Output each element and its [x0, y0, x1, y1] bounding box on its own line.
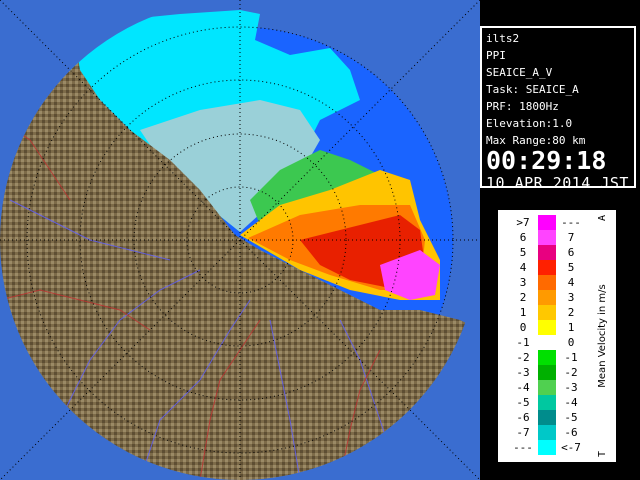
legend-row: >7 ---: [500, 215, 614, 230]
legend-color-swatch: [538, 305, 556, 320]
legend-row-lower: -7: [516, 426, 530, 439]
legend-color-swatch: [538, 320, 556, 335]
legend-row-upper: 5: [567, 261, 575, 274]
legend-color-swatch: [538, 380, 556, 395]
legend-color-swatch: [538, 230, 556, 245]
scan-info-panel: ilts2 PPI SEAICE_A_V Task: SEAICE_A PRF:…: [480, 26, 636, 192]
legend-color-swatch: [538, 275, 556, 290]
legend-row-upper: 0: [567, 336, 575, 349]
legend-row-upper: ---: [561, 216, 581, 229]
legend-row: 56: [500, 245, 614, 260]
legend-row-upper: 4: [567, 276, 575, 289]
legend-row-upper: -3: [564, 381, 578, 394]
legend-color-swatch: [538, 350, 556, 365]
legend-row-lower: -3: [516, 366, 530, 379]
legend-row-lower: 6: [519, 231, 527, 244]
scan-type: PPI: [486, 49, 506, 62]
legend-row: --- <-7: [500, 440, 614, 455]
legend-color-swatch: [538, 365, 556, 380]
legend-color-swatch: [538, 395, 556, 410]
elevation-value: Elevation:1.0: [486, 117, 573, 130]
scan-time: 00:29:18: [486, 146, 607, 175]
legend-row-lower: -1: [516, 336, 530, 349]
legend-color-swatch: [538, 290, 556, 305]
legend-row-lower: 3: [519, 276, 527, 289]
legend-color-swatch: [538, 245, 556, 260]
legend-row-upper: 3: [567, 291, 575, 304]
legend-row: 45: [500, 260, 614, 275]
legend-row-upper: <-7: [561, 441, 581, 454]
legend-row-lower: >7: [516, 216, 530, 229]
legend-row-upper: -2: [564, 366, 578, 379]
radar-ppi-display: [0, 0, 480, 480]
prf-value: PRF: 1800Hz: [486, 100, 559, 113]
legend-row-lower: ---: [513, 441, 533, 454]
legend-row: -1 0: [500, 335, 614, 350]
legend-row-upper: -4: [564, 396, 578, 409]
legend-row-lower: -5: [516, 396, 530, 409]
legend-row-upper: -5: [564, 411, 578, 424]
legend-row: 67: [500, 230, 614, 245]
legend-row: -5 -4: [500, 395, 614, 410]
legend-row: 12: [500, 305, 614, 320]
legend-row-lower: -2: [516, 351, 530, 364]
legend-row-lower: 4: [519, 261, 527, 274]
legend-color-swatch: [538, 335, 556, 350]
legend-row: 23: [500, 290, 614, 305]
legend-row: -2 -1: [500, 350, 614, 365]
legend-row: 01: [500, 320, 614, 335]
legend-row-lower: 0: [519, 321, 527, 334]
legend-color-swatch: [538, 425, 556, 440]
legend-row-upper: 6: [567, 246, 575, 259]
legend-row-lower: 2: [519, 291, 527, 304]
legend-color-swatch: [538, 410, 556, 425]
legend-row-upper: 2: [567, 306, 575, 319]
site-name: ilts2: [486, 32, 520, 45]
legend-row: 34: [500, 275, 614, 290]
legend-row: -4 -3: [500, 380, 614, 395]
product-name: SEAICE_A_V: [486, 66, 553, 79]
legend-color-swatch: [538, 260, 556, 275]
legend-row: -6 -5: [500, 410, 614, 425]
velocity-legend: A Mean Velocity in m/s T >7 --- 6 7 5 6 4 5 3 4 2 3…: [498, 210, 616, 462]
legend-row: -3 -2: [500, 365, 614, 380]
legend-row-lower: 5: [519, 246, 527, 259]
legend-row-upper: 7: [567, 231, 575, 244]
legend-row-upper: -1: [564, 351, 578, 364]
legend-row-lower: -4: [516, 381, 530, 394]
task-name: Task: SEAICE_A: [486, 83, 579, 96]
legend-row-upper: -6: [564, 426, 578, 439]
legend-color-swatch: [538, 215, 556, 230]
legend-row-lower: -6: [516, 411, 530, 424]
legend-row-upper: 1: [567, 321, 575, 334]
legend-row-lower: 1: [519, 306, 527, 319]
legend-row: -7 -6: [500, 425, 614, 440]
scan-date: 10 APR 2014 JST: [486, 174, 629, 192]
legend-color-swatch: [538, 440, 556, 455]
